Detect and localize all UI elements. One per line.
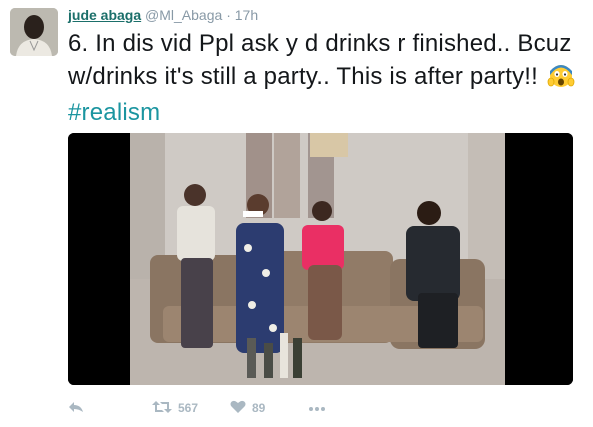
screaming-face-emoji-icon xyxy=(547,62,575,98)
like-count: 89 xyxy=(252,401,266,415)
author-name[interactable]: jude abaga xyxy=(68,7,141,23)
tweet-text: 6. In dis vid Ppl ask y d drinks r finis… xyxy=(68,28,583,130)
video-frame xyxy=(68,133,573,385)
tweet-header: jude abaga @Ml_Abaga · 17h xyxy=(68,7,258,23)
retweet-icon xyxy=(152,400,172,417)
hashtag-link[interactable]: #realism xyxy=(68,99,160,126)
reply-button[interactable] xyxy=(68,396,84,420)
author-handle[interactable]: @Ml_Abaga xyxy=(145,7,222,23)
avatar[interactable] xyxy=(10,8,58,56)
tweet-text-main: 6. In dis vid Ppl ask y d drinks r finis… xyxy=(68,30,572,90)
more-dots-icon xyxy=(308,401,326,415)
tweet-card: jude abaga @Ml_Abaga · 17h 6. In dis vid… xyxy=(0,0,593,427)
retweet-button[interactable]: 567 xyxy=(152,396,198,420)
video-player[interactable] xyxy=(68,133,573,385)
like-button[interactable]: 89 xyxy=(230,396,265,420)
more-button[interactable] xyxy=(308,396,326,420)
retweet-count: 567 xyxy=(178,401,199,415)
heart-icon xyxy=(230,400,246,417)
tweet-actions: 567 89 xyxy=(68,396,368,420)
timestamp[interactable]: 17h xyxy=(235,7,258,23)
separator: · xyxy=(226,7,231,23)
reply-icon xyxy=(68,400,84,417)
